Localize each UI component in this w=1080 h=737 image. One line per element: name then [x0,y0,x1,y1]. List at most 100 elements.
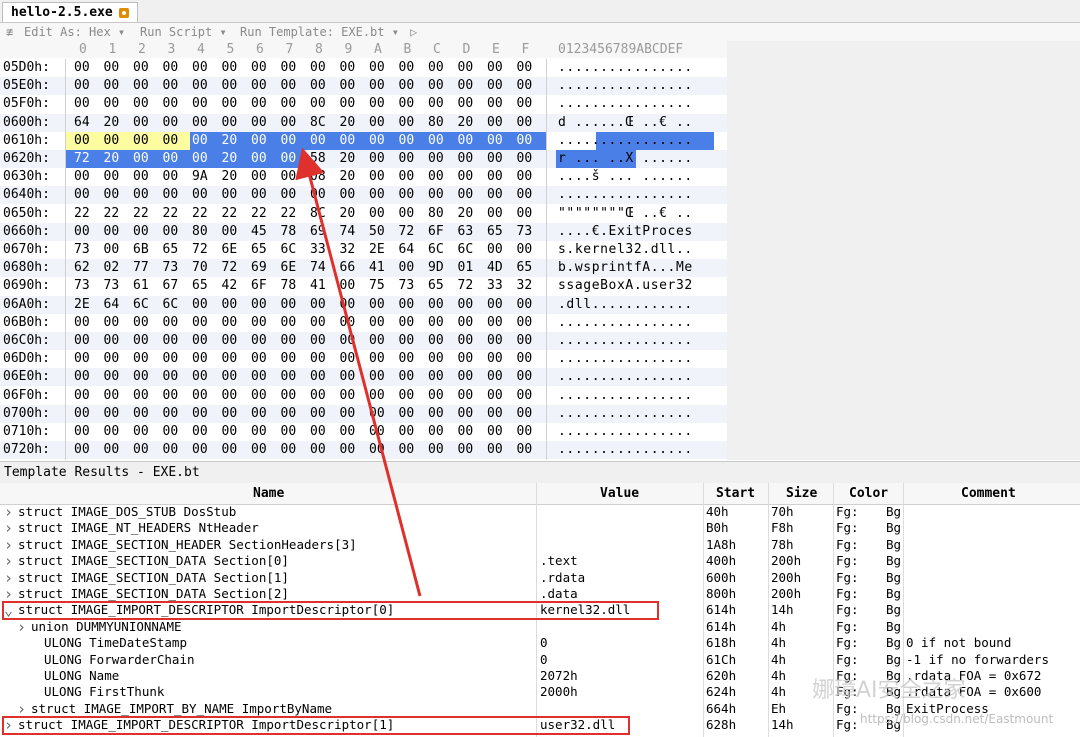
hex-byte[interactable]: 20 [104,114,128,132]
hex-byte[interactable]: 00 [428,132,452,150]
hex-byte[interactable]: 00 [517,77,541,95]
hex-byte[interactable]: 00 [369,332,393,350]
hex-byte[interactable]: 00 [222,59,246,77]
hex-byte[interactable]: 00 [163,405,187,423]
hex-byte[interactable]: 00 [281,350,305,368]
hex-row[interactable]: 0620h: 72 20 00 00 00 20 00 00 58 20 00 00 00 00 00 00 r … [0,150,727,168]
ascii-text[interactable]: ssageBoxA.user32 [558,277,693,295]
hex-byte[interactable]: 00 [458,332,482,350]
hex-byte[interactable]: 00 [517,441,541,459]
hex-row[interactable]: 06D0h: 00 00 00 00 00 00 00 00 00 00 00 00 00 00 00 00..… [0,350,727,368]
hex-byte[interactable]: 63 [458,223,482,241]
hex-byte[interactable]: 00 [192,405,216,423]
hex-byte[interactable]: 00 [517,186,541,204]
hex-byte[interactable]: 00 [163,95,187,113]
hex-byte[interactable]: 00 [517,423,541,441]
hex-byte[interactable]: 00 [251,114,275,132]
hex-byte[interactable]: 00 [74,314,98,332]
hex-byte[interactable]: 00 [428,350,452,368]
hex-row[interactable]: 0610h: 00 00 00 00 00 20 00 00 00 00 00 00 00 00 00 00..… [0,131,727,150]
hex-byte[interactable]: 00 [517,387,541,405]
hex-byte[interactable]: 00 [222,332,246,350]
hex-byte[interactable]: 00 [399,59,423,77]
template-row[interactable]: › struct IMAGE_SECTION_DATA Section[1] .rd… [0,569,1080,586]
hex-byte[interactable]: 2E [369,241,393,259]
hex-byte[interactable]: 00 [310,368,334,386]
hex-byte[interactable]: 00 [428,314,452,332]
hex-byte[interactable]: 00 [133,114,157,132]
hex-byte[interactable]: 00 [222,350,246,368]
hex-byte[interactable]: 41 [310,277,334,295]
hex-byte[interactable]: 00 [310,132,334,150]
hex-byte[interactable]: 00 [340,368,364,386]
hex-byte[interactable]: 00 [133,387,157,405]
hex-byte[interactable]: 00 [310,59,334,77]
hex-row[interactable]: 0720h: 00 00 00 00 00 00 00 00 00 00 00 00 00 00 00 00..… [0,441,727,460]
hex-byte[interactable]: 80 [428,205,452,223]
header-size[interactable]: Size [786,486,817,501]
hex-byte[interactable]: 00 [487,150,511,168]
hex-byte[interactable]: 00 [163,387,187,405]
hex-byte[interactable]: 00 [251,77,275,95]
hex-byte[interactable]: 00 [458,296,482,314]
hex-byte[interactable]: 00 [133,150,157,168]
hex-byte[interactable]: 00 [310,186,334,204]
hex-byte[interactable]: 00 [222,387,246,405]
ascii-text[interactable]: ................ [558,314,693,332]
hex-byte[interactable]: 58 [310,150,334,168]
hex-byte[interactable]: 00 [369,150,393,168]
template-row[interactable]: › union DUMMYUNIONNAME 614h 4h Fg: Bg [0,618,1080,635]
hex-byte[interactable]: 00 [487,241,511,259]
hex-byte[interactable]: 00 [281,59,305,77]
hex-byte[interactable]: 00 [340,405,364,423]
hex-byte[interactable]: 00 [222,223,246,241]
hex-byte[interactable]: 22 [74,205,98,223]
hex-byte[interactable]: 00 [163,132,187,150]
hex-byte[interactable]: 4D [487,259,511,277]
hex-byte[interactable]: 00 [369,368,393,386]
hex-byte[interactable]: 20 [222,168,246,186]
hex-byte[interactable]: 00 [310,332,334,350]
hex-byte[interactable]: 00 [369,441,393,459]
hex-byte[interactable]: 00 [104,405,128,423]
hex-byte[interactable]: 00 [399,423,423,441]
hex-byte[interactable]: 00 [222,296,246,314]
hex-byte[interactable]: 00 [310,405,334,423]
hex-byte[interactable]: 65 [487,223,511,241]
hex-byte[interactable]: 00 [222,405,246,423]
hex-byte[interactable]: 00 [104,223,128,241]
hex-byte[interactable]: 70 [192,259,216,277]
ascii-text[interactable]: ................ [558,441,693,459]
hex-editor[interactable]: 05D0h: 00 00 00 00 00 00 00 00 00 00 00 00 00 00 00 00..… [0,59,727,460]
run-template-dropdown[interactable]: Run Template: EXE.bt ▾ [240,23,399,41]
hex-byte[interactable]: 00 [222,314,246,332]
hex-byte[interactable]: 00 [517,350,541,368]
hex-byte[interactable]: 00 [517,59,541,77]
hex-byte[interactable]: 00 [104,368,128,386]
hex-byte[interactable]: 00 [458,387,482,405]
hex-byte[interactable]: 00 [133,405,157,423]
hex-byte[interactable]: 74 [340,223,364,241]
pin-icon[interactable]: ≢ [6,23,13,41]
hex-byte[interactable]: 00 [340,296,364,314]
hex-byte[interactable]: 6C [458,241,482,259]
hex-byte[interactable]: 00 [458,77,482,95]
hex-byte[interactable]: 00 [133,77,157,95]
hex-byte[interactable]: 00 [163,114,187,132]
hex-byte[interactable]: 00 [281,314,305,332]
hex-byte[interactable]: 32 [517,277,541,295]
hex-byte[interactable]: 22 [163,205,187,223]
hex-byte[interactable]: 00 [281,150,305,168]
hex-byte[interactable]: 00 [251,332,275,350]
hex-byte[interactable]: 20 [222,150,246,168]
hex-byte[interactable]: 00 [369,168,393,186]
hex-byte[interactable]: 00 [458,423,482,441]
hex-byte[interactable]: 00 [163,168,187,186]
header-name[interactable]: Name [253,486,284,501]
hex-byte[interactable]: 33 [487,277,511,295]
hex-byte[interactable]: 00 [517,368,541,386]
hex-byte[interactable]: 00 [222,186,246,204]
hex-byte[interactable]: 00 [104,59,128,77]
hex-byte[interactable]: 00 [163,368,187,386]
hex-byte[interactable]: 62 [74,259,98,277]
